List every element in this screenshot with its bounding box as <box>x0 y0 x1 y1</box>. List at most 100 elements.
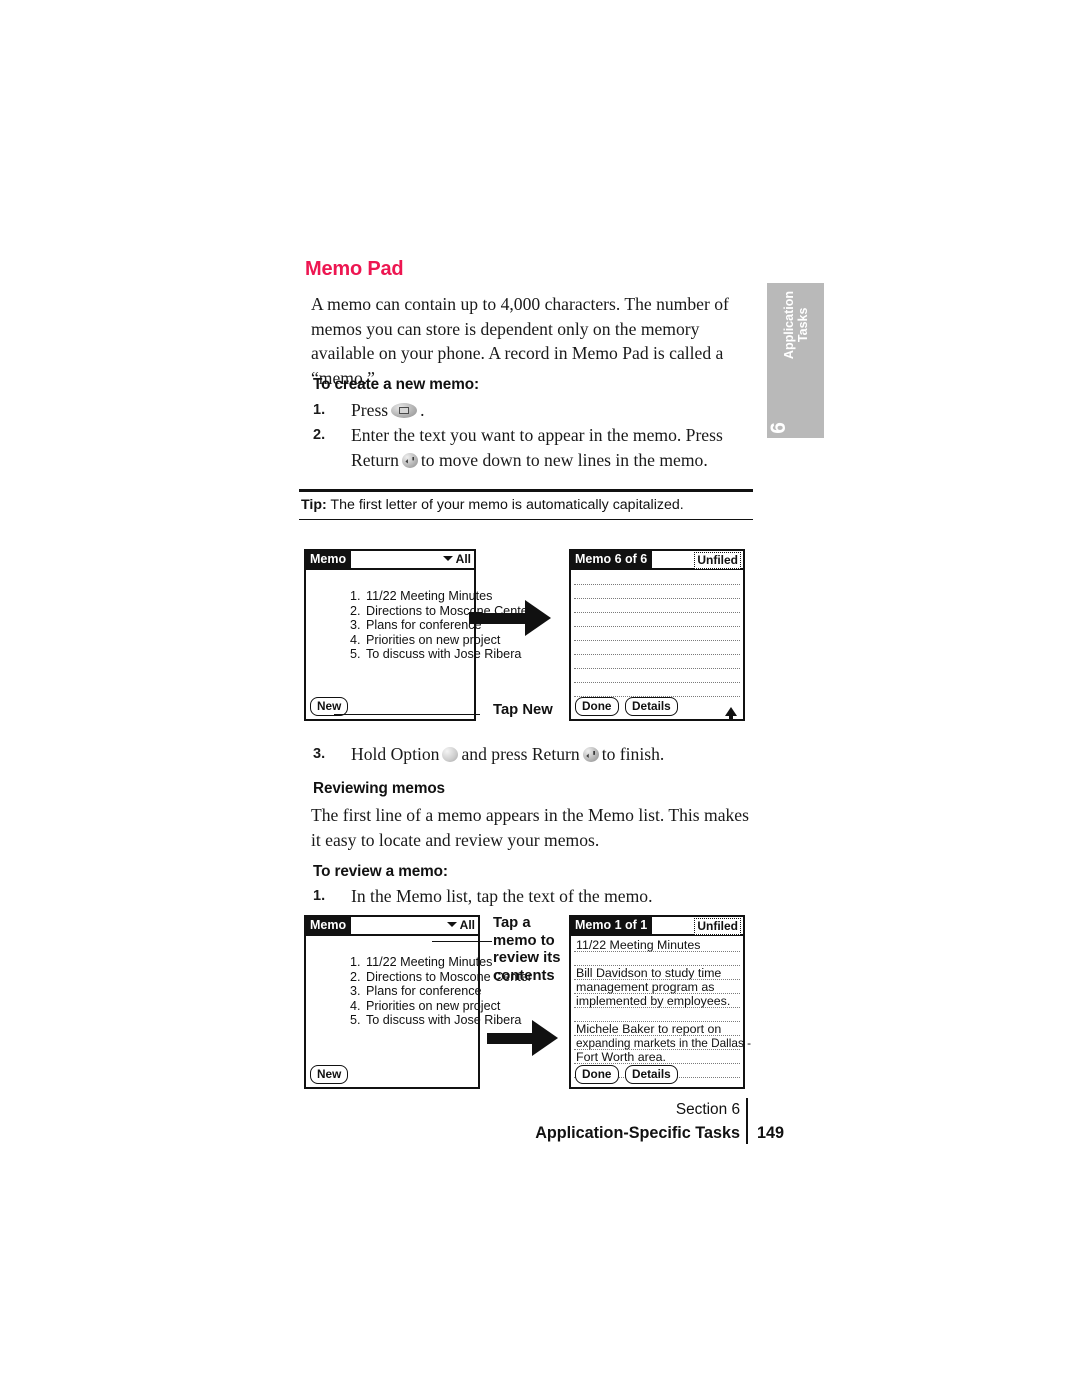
footer-divider <box>746 1098 748 1144</box>
fig1-list-titlebar: Memo All <box>306 551 474 570</box>
done-button[interactable]: Done <box>575 697 619 716</box>
create-step-2-text: Enter the text you want to appear in the… <box>351 423 755 472</box>
fig2-list-titlebar: Memo All <box>306 917 478 936</box>
fig2-list-bottombar: New <box>306 1065 478 1087</box>
fig2-category-label: All <box>459 918 475 932</box>
list-item[interactable]: 3. Plans for conference <box>350 618 482 633</box>
page-title: Memo Pad <box>305 258 404 280</box>
fig2-detail-title: Memo 1 of 1 <box>571 917 653 934</box>
list-item[interactable]: 4. Priorities on new project <box>350 998 500 1014</box>
create-step-3: 3. Hold Option and press Return to finish. <box>313 742 755 767</box>
fig1-memo-list-screen: Memo All 1. 11/22 Meeting Minutes 2. Direc… <box>304 549 532 721</box>
step3-middle: and press Return <box>461 744 580 764</box>
create-step-3-number: 3. <box>313 746 326 762</box>
fig1-flow-arrow <box>473 600 551 636</box>
list-item-index: 4. <box>350 632 361 647</box>
create-step-1: 1. Press. <box>313 398 753 423</box>
create-step-1-before: Press <box>351 400 389 420</box>
fig1-memo-items: 1. 11/22 Meeting Minutes 2. Directions to … <box>310 589 532 662</box>
review-step-1-text: In the Memo list, tap the text of the me… <box>351 886 653 906</box>
memo-text-line: management program as <box>576 980 715 994</box>
fig1-detail-title: Memo 6 of 6 <box>571 551 653 568</box>
fig1-new-leader-line <box>334 714 480 716</box>
list-item-index: 4. <box>350 998 361 1013</box>
create-step-2-number: 2. <box>313 427 326 443</box>
fig2-memo-ruled-area[interactable]: 11/22 Meeting Minutes Bill Davidson to s… <box>574 938 752 1078</box>
fig1-detail-bottombar: Done Details <box>571 697 743 720</box>
tip-label: Tip: <box>301 497 327 513</box>
create-step-3-text: Hold Option and press Return to finish. <box>351 742 755 767</box>
tip-rule-bottom <box>299 519 753 521</box>
fig1-category-label: All <box>455 552 471 566</box>
memo-text-line: 11/22 Meeting Minutes <box>576 938 701 952</box>
create-memo-heading: To create a new memo: <box>313 376 479 393</box>
step3-after: to finish. <box>601 744 665 764</box>
fig2-memo-items: 1. 11/22 Meeting Minutes 2. Directions to … <box>310 955 532 1028</box>
create-step-2-after: to move down to new lines in the memo. <box>420 449 708 470</box>
list-item[interactable]: 5. To discuss with Jose Ribera <box>350 647 521 662</box>
list-item-index: 1. <box>350 955 361 969</box>
fig2-category-picker[interactable]: All <box>446 918 475 933</box>
scroll-up-icon[interactable] <box>725 707 737 720</box>
chevron-down-icon <box>442 556 453 561</box>
section-tab-text: Application Tasks <box>781 291 810 360</box>
new-button[interactable]: New <box>310 1065 349 1084</box>
document-page: Application Tasks 6 Memo Pad A memo can … <box>0 0 1080 1397</box>
footer-page-number: 149 <box>757 1124 785 1142</box>
fig1-category-picker[interactable]: All <box>442 552 471 567</box>
list-item-index: 2. <box>350 603 361 618</box>
review-step-1: 1. In the Memo list, tap the text of the… <box>313 884 755 909</box>
fig2-list-title: Memo <box>306 917 352 934</box>
list-item[interactable]: 5. To discuss with Jose Ribera <box>350 1013 521 1028</box>
fig2-detail-bottombar: Done Details <box>571 1065 743 1087</box>
memo-text-line: implemented by employees. <box>576 994 731 1008</box>
fig1-detail-category[interactable]: Unfiled <box>694 552 741 569</box>
reviewing-heading: Reviewing memos <box>313 780 445 797</box>
list-item-index: 1. <box>350 589 361 603</box>
section-tab-number: 6 <box>767 422 790 434</box>
list-item[interactable]: 1. 11/22 Meeting Minutes <box>350 589 492 604</box>
tip-body: The first letter of your memo is automat… <box>326 497 684 513</box>
fig2-memo-detail-screen: Memo 1 of 1 Unfiled 11/22 Meeting Minute… <box>569 915 752 1089</box>
review-memo-subheading: To review a memo: <box>313 863 448 880</box>
footer-title: Application-Specific Tasks <box>535 1124 740 1142</box>
fig2-detail-category[interactable]: Unfiled <box>694 918 741 935</box>
fig1-detail-titlebar: Memo 6 of 6 Unfiled <box>571 551 743 570</box>
list-item-text: 11/22 Meeting Minutes <box>366 955 493 969</box>
list-item-text: Plans for conference <box>366 618 482 633</box>
section-tab: Application Tasks 6 <box>767 283 824 438</box>
footer-section: Section 6 <box>675 1101 740 1118</box>
chevron-down-icon <box>446 922 457 927</box>
list-item-text: Plans for conference <box>366 984 482 999</box>
return-key-icon <box>401 452 418 468</box>
tip-text: Tip: The first letter of your memo is au… <box>301 497 751 513</box>
memo-text-line: Michele Baker to report on <box>576 1022 722 1036</box>
list-item-index: 5. <box>350 647 361 662</box>
fig2-detail-titlebar: Memo 1 of 1 Unfiled <box>571 917 743 936</box>
fig1-list-title: Memo <box>306 551 352 568</box>
list-item-index: 3. <box>350 618 361 633</box>
list-item[interactable]: 4. Priorities on new project <box>350 632 500 648</box>
review-step-1-number: 1. <box>313 888 326 904</box>
list-item[interactable]: 3. Plans for conference <box>350 984 482 999</box>
fig1-memo-ruled-area[interactable] <box>574 572 740 697</box>
memo-key-icon <box>391 403 418 418</box>
list-item-text: Priorities on new project <box>366 998 501 1013</box>
create-step-2: 2. Enter the text you want to appear in … <box>313 423 755 472</box>
list-item[interactable]: 2. Directions to Moscone Center <box>350 603 532 619</box>
fig1-list-bottombar: New <box>306 697 474 719</box>
section-tab-label: Application Tasks <box>767 283 824 401</box>
return-key-icon <box>582 747 599 762</box>
list-item[interactable]: 2. Directions to Moscone Center <box>350 970 532 985</box>
done-button[interactable]: Done <box>575 1065 619 1084</box>
list-item[interactable]: 1. 11/22 Meeting Minutes <box>350 955 492 970</box>
fig2-flow-arrow <box>487 1020 559 1056</box>
list-item-index: 3. <box>350 984 361 999</box>
details-button[interactable]: Details <box>625 1065 678 1084</box>
reviewing-paragraph: The first line of a memo appears in the … <box>311 805 749 850</box>
details-button[interactable]: Details <box>625 697 678 716</box>
memo-text-line: expanding markets in the Dallas - <box>576 1036 752 1050</box>
fig2-leader-line <box>432 941 492 943</box>
memo-text-line: Fort Worth area. <box>576 1050 666 1064</box>
tip-rule-top <box>299 489 753 492</box>
